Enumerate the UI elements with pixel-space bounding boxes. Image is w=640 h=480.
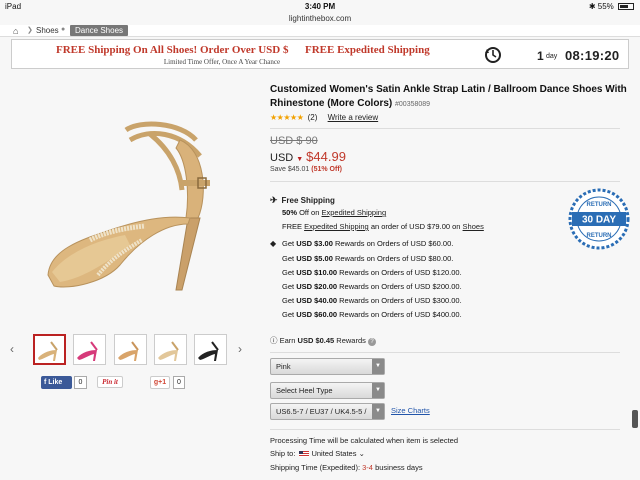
30-day-return-badge-icon: 30 DAY RETURN RETURN bbox=[568, 188, 630, 250]
color-select[interactable]: Pink ▼ bbox=[270, 358, 385, 375]
thumbnail-tan[interactable] bbox=[114, 334, 147, 365]
ship-to-country[interactable]: United States bbox=[311, 449, 356, 458]
countdown-time: 08:19:20 bbox=[565, 48, 620, 63]
expedited-shipping-link[interactable]: Expedited Shipping bbox=[321, 208, 386, 217]
divider bbox=[270, 128, 620, 129]
reward-tier: Get USD $20.00 Rewards on Orders of USD … bbox=[282, 282, 462, 291]
status-bar: iPad 3:40 PM ✱ 55% bbox=[0, 0, 640, 14]
current-price: $44.99 bbox=[306, 149, 346, 164]
tag-icon: ◆ bbox=[270, 239, 277, 248]
ship-to-row[interactable]: Ship to: United States ⌄ bbox=[270, 449, 365, 458]
chevron-down-icon: ▼ bbox=[372, 359, 384, 374]
divider bbox=[270, 352, 620, 353]
badge-mid-text: 30 DAY bbox=[582, 215, 616, 226]
badge-top-text: RETURN bbox=[587, 202, 612, 208]
help-icon[interactable]: ? bbox=[368, 338, 376, 346]
earn-rewards: ⓘ Earn USD $0.45 Rewards ? bbox=[270, 335, 376, 346]
chevron-down-icon: ▼ bbox=[372, 383, 384, 398]
reward-tier: Get USD $40.00 Rewards on Orders of USD … bbox=[282, 296, 462, 305]
battery-status: ✱ 55% bbox=[589, 2, 634, 11]
address-bar[interactable]: lightinthebox.com bbox=[0, 14, 640, 25]
breadcrumb-shoes[interactable]: Shoes bbox=[36, 26, 59, 35]
divider bbox=[270, 429, 620, 430]
reward-tier: Get USD $3.00 Rewards on Orders of USD $… bbox=[282, 239, 454, 248]
google-plus-count: 0 bbox=[173, 376, 185, 389]
airplane-icon: ✈ bbox=[270, 195, 278, 205]
google-plus-button[interactable]: g+1 bbox=[150, 376, 170, 389]
free-shipping-heading: ✈ Free Shipping bbox=[270, 195, 335, 205]
home-icon[interactable]: ⌂ bbox=[13, 26, 18, 36]
thumbnail-gold[interactable] bbox=[33, 334, 66, 365]
currency-selector[interactable]: USD bbox=[270, 152, 293, 164]
breadcrumb-dance-shoes[interactable]: Dance Shoes bbox=[70, 25, 129, 36]
savings: Save $45.01 (51% Off) bbox=[270, 166, 342, 173]
facebook-like-button[interactable]: f Like bbox=[41, 376, 72, 389]
heel-type-select[interactable]: Select Heel Type ▼ bbox=[270, 382, 385, 399]
battery-icon bbox=[618, 3, 634, 11]
thumbnail-beige[interactable] bbox=[154, 334, 187, 365]
processing-time-note: Processing Time will be calculated when … bbox=[270, 436, 459, 445]
reward-tier: Get USD $10.00 Rewards on Orders of USD … bbox=[282, 268, 462, 277]
facebook-like[interactable]: f Like 0 bbox=[41, 376, 89, 389]
original-price: USD $ 90 bbox=[270, 135, 318, 147]
us-flag-icon bbox=[299, 451, 310, 458]
chevron-right-icon[interactable]: › bbox=[238, 342, 242, 356]
shoes-link[interactable]: Shoes bbox=[463, 222, 484, 231]
reward-tier: Get USD $60.00 Rewards on Orders of USD … bbox=[282, 310, 462, 319]
product-sku: #00358089 bbox=[395, 101, 431, 108]
current-price-row: USD ▼ $44.99 bbox=[270, 149, 346, 164]
chevron-circle-icon: ● bbox=[61, 26, 66, 33]
caret-down-icon[interactable]: ▼ bbox=[296, 156, 303, 163]
chevron-down-icon: ▼ bbox=[372, 404, 384, 419]
promo-banner[interactable]: FREE Shipping On All Shoes! Order Over U… bbox=[11, 39, 629, 69]
countdown-clock-icon bbox=[485, 47, 501, 63]
thumbnail-pink[interactable] bbox=[73, 334, 106, 365]
promo-line-1b: FREE Expedited Shipping bbox=[305, 44, 430, 56]
chevron-left-icon[interactable]: ‹ bbox=[10, 342, 14, 356]
info-icon: ⓘ bbox=[270, 336, 278, 345]
pinterest-button[interactable]: Pin it bbox=[97, 376, 123, 388]
google-plus[interactable]: g+1 0 bbox=[150, 376, 188, 389]
scrollbar-handle[interactable] bbox=[632, 410, 638, 428]
shipping-discount-line: 50% Off on Expedited Shipping bbox=[282, 208, 387, 217]
promo-line-2: Limited Time Offer, Once A Year Chance bbox=[163, 58, 281, 66]
divider bbox=[270, 181, 620, 182]
thumbnail-black[interactable] bbox=[194, 334, 227, 365]
discount-percent: (51% Off) bbox=[311, 166, 342, 173]
promo-line-1: FREE Shipping On All Shoes! Order Over U… bbox=[56, 44, 289, 56]
countdown-days: 1 bbox=[537, 49, 544, 63]
write-review-link[interactable]: Write a review bbox=[328, 113, 379, 122]
chevron-down-icon[interactable]: ⌄ bbox=[359, 449, 365, 458]
star-rating-icon: ★★★★★ bbox=[270, 113, 304, 122]
clock-label: 3:40 PM bbox=[304, 2, 336, 11]
reward-tier: Get USD $5.00 Rewards on Orders of USD $… bbox=[282, 254, 454, 263]
size-select[interactable]: US6.5-7 / EU37 / UK4.5-5 /▼ bbox=[270, 403, 385, 420]
free-expedited-line: FREE Expedited Shipping an order of USD … bbox=[282, 222, 484, 231]
thumbnail-strip: ‹ › bbox=[10, 334, 248, 366]
chevron-right-icon: ❯ bbox=[27, 27, 33, 34]
battery-percent: 55% bbox=[597, 2, 614, 11]
rating-row: ★★★★★ (2) Write a review bbox=[270, 113, 378, 123]
expedited-shipping-link-2[interactable]: Expedited Shipping bbox=[304, 222, 369, 231]
countdown-day-unit: day bbox=[546, 53, 558, 60]
badge-bottom-text: RETURN bbox=[587, 233, 612, 239]
review-count[interactable]: (2) bbox=[308, 113, 318, 122]
facebook-like-count: 0 bbox=[74, 376, 87, 389]
shipping-time: Shipping Time (Expedited): 3-4 business … bbox=[270, 463, 423, 472]
product-main-image[interactable] bbox=[30, 100, 250, 310]
product-title: Customized Women's Satin Ankle Strap Lat… bbox=[270, 84, 627, 109]
breadcrumb: ⌂ ❯ Shoes ● Dance Shoes bbox=[0, 25, 640, 37]
size-charts-link[interactable]: Size Charts bbox=[391, 406, 430, 415]
bluetooth-icon: ✱ bbox=[588, 2, 596, 11]
